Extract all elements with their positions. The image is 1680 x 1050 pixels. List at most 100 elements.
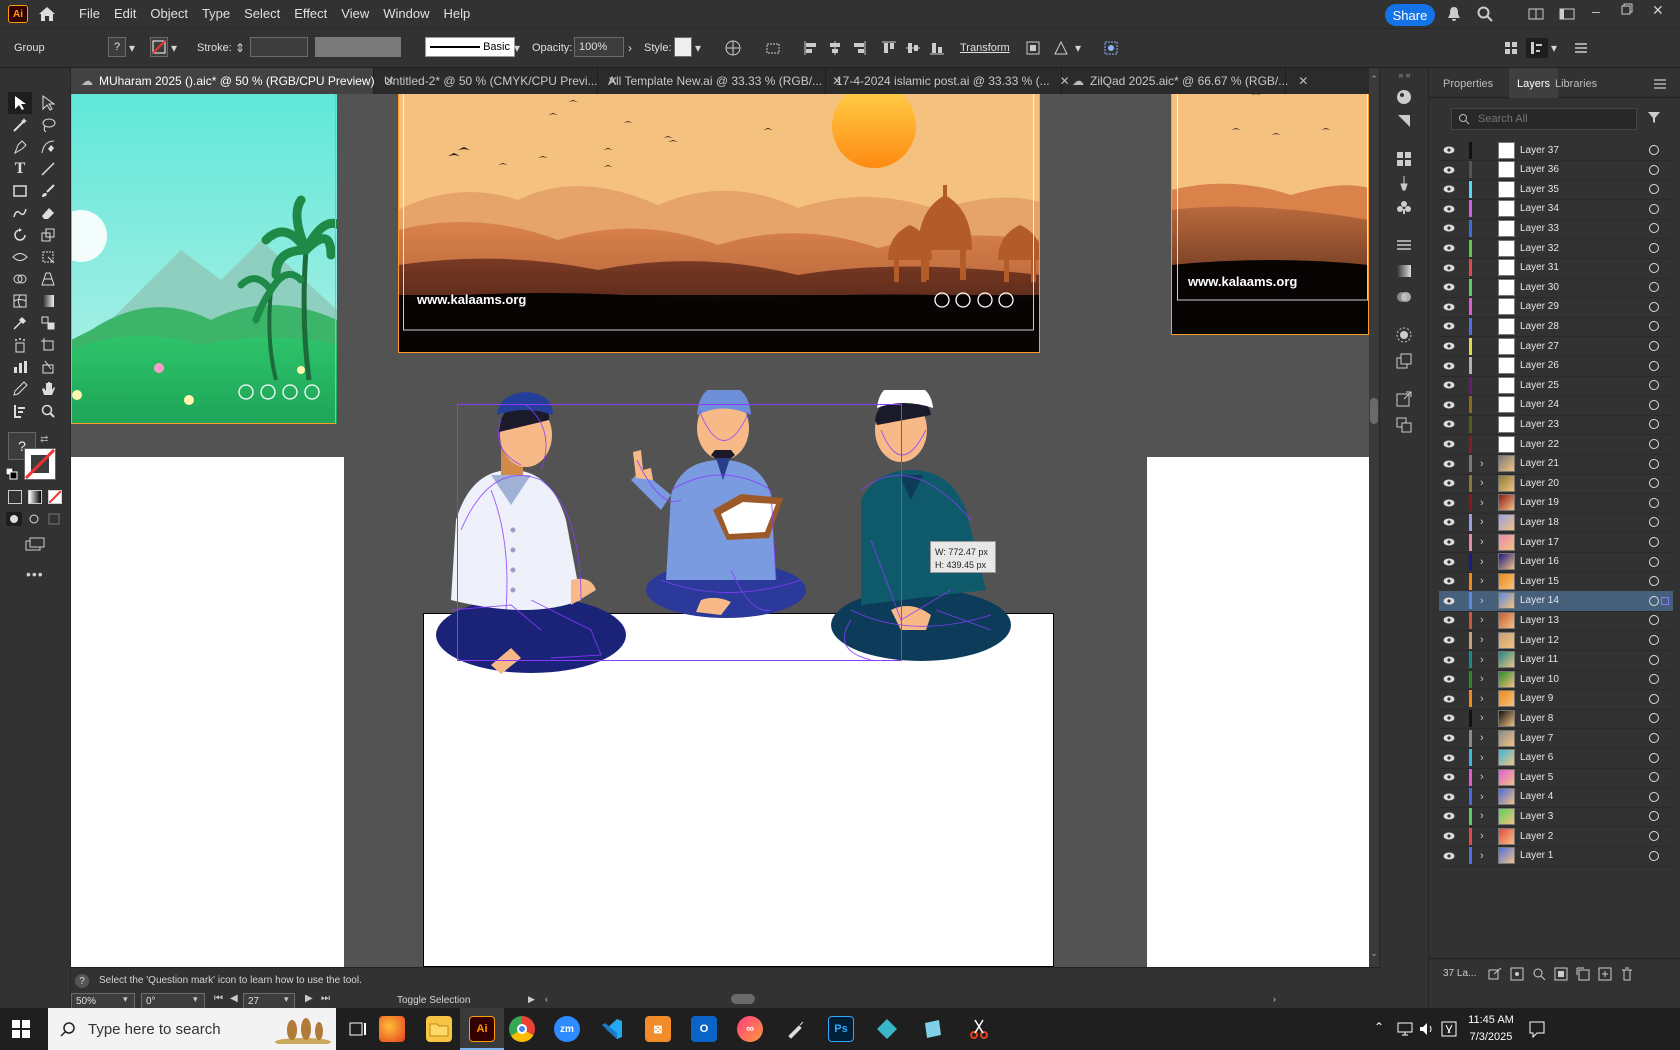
layer-name[interactable]: Layer 5 [1520,772,1649,783]
scale-tool-icon[interactable] [36,224,60,246]
tab-untitled[interactable]: Untitled-2* @ 50 % (CMYK/CPU Previ... ✕ [374,68,618,94]
layer-row[interactable]: › Layer 13 [1439,610,1673,632]
visibility-eye-icon[interactable] [1441,772,1457,782]
type-tool-icon[interactable]: T [8,158,32,180]
none-mode-icon[interactable] [48,490,62,504]
language-icon[interactable] [1440,1020,1458,1038]
expand-chevron-icon[interactable]: › [1480,536,1494,548]
layer-target-icon[interactable] [1649,615,1659,626]
shaper-tool-icon[interactable] [8,202,32,224]
outlook-icon[interactable]: O [691,1016,717,1042]
visibility-eye-icon[interactable] [1441,400,1457,410]
layer-name[interactable]: Layer 3 [1520,811,1649,822]
selected-group-illustration[interactable] [431,390,1011,690]
expand-chevron-icon[interactable]: › [1480,575,1494,587]
layer-name[interactable]: Layer 16 [1520,556,1649,567]
layer-target-icon[interactable] [1649,282,1659,293]
layer-row[interactable]: › Layer 14 [1439,590,1673,612]
panel-menu-icon[interactable] [1653,78,1667,90]
layer-name[interactable]: Layer 35 [1520,184,1649,195]
chevron-down-icon[interactable]: ▾ [284,994,289,1005]
appearance-icon[interactable] [1392,324,1416,346]
layer-target-icon[interactable] [1649,576,1659,587]
layer-name[interactable]: Layer 8 [1520,713,1649,724]
column-graph-tool-icon[interactable] [8,356,32,378]
layer-name[interactable]: Layer 2 [1520,831,1649,842]
visibility-eye-icon[interactable] [1441,694,1457,704]
tab-zilqad[interactable]: ☁ ZilQad 2025.aic* @ 66.67 % (RGB/... ✕ [1062,68,1308,94]
color-guide-icon[interactable] [1392,86,1416,108]
layer-name[interactable]: Layer 15 [1520,576,1649,587]
expand-chevron-icon[interactable]: › [1480,634,1494,646]
layer-name[interactable]: Layer 21 [1520,458,1649,469]
layer-target-icon[interactable] [1649,713,1659,724]
layer-row[interactable]: › Layer 9 [1439,689,1673,710]
expand-chevron-icon[interactable]: › [1480,693,1494,705]
windows-start-icon[interactable] [12,1020,30,1038]
close-tab-icon[interactable]: ✕ [1298,74,1308,88]
layer-name[interactable]: Layer 37 [1520,145,1649,156]
first-artboard-icon[interactable]: ⏮ [214,993,223,1004]
status-menu-arrow[interactable]: ▶ [528,994,535,1005]
layer-row[interactable]: Layer 22 [1439,434,1673,455]
layer-name[interactable]: Layer 14 [1520,595,1649,606]
app-notes-icon[interactable] [920,1016,946,1042]
align-middle-icon[interactable] [902,38,924,58]
collect-for-export-icon[interactable] [1483,963,1507,985]
bell-icon[interactable] [1445,5,1463,23]
menu-edit[interactable]: Edit [107,0,143,28]
gradient-tool-icon[interactable] [36,290,60,312]
recolor-artwork-icon[interactable] [722,38,744,58]
layers-search-input[interactable] [1478,113,1628,125]
volume-icon[interactable] [1418,1020,1436,1038]
stroke-color-box[interactable] [24,448,56,480]
chevron-down-icon[interactable]: ▾ [1548,38,1560,58]
layer-target-icon[interactable] [1649,674,1659,685]
vscode-icon[interactable] [599,1016,625,1042]
tab-layers[interactable]: Layers [1509,68,1559,98]
layer-row[interactable]: Layer 27 [1439,336,1673,357]
artboard-green-landscape[interactable] [71,94,337,424]
scroll-up-icon[interactable]: ⌃ [1369,74,1379,85]
align-bottom-icon[interactable] [926,38,948,58]
expand-chevron-icon[interactable]: › [1480,771,1494,783]
layer-row[interactable]: › Layer 3 [1439,806,1673,828]
visibility-eye-icon[interactable] [1441,851,1457,861]
layer-row[interactable]: Layer 25 [1439,375,1673,397]
draw-normal-icon[interactable] [6,512,22,526]
color-panel-icon[interactable] [1392,110,1416,132]
screen-mode-icon[interactable] [24,536,46,552]
menu-file[interactable]: File [72,0,107,28]
status-mode[interactable]: Toggle Selection [397,995,470,1006]
new-sublayer-icon[interactable] [1571,963,1595,985]
swatches-icon[interactable] [1392,148,1416,170]
layer-target-icon[interactable] [1649,164,1659,175]
layer-name[interactable]: Layer 13 [1520,615,1649,626]
expand-chevron-icon[interactable]: › [1480,850,1494,862]
layer-row[interactable]: › Layer 18 [1439,512,1673,534]
transform-link[interactable]: Transform [960,42,1010,54]
layer-row[interactable]: › Layer 15 [1439,571,1673,593]
layer-target-icon[interactable] [1649,791,1659,802]
filter-icon[interactable] [1647,110,1663,126]
layer-target-icon[interactable] [1649,301,1659,312]
visibility-eye-icon[interactable] [1441,380,1457,390]
zoom-tool-icon[interactable] [36,400,60,422]
layer-name[interactable]: Layer 4 [1520,791,1649,802]
pencil-tool-icon[interactable] [8,378,32,400]
symbol-sprayer-icon[interactable] [8,334,32,356]
layer-name[interactable]: Layer 1 [1520,850,1649,861]
layer-row[interactable]: › Layer 8 [1439,708,1673,730]
properties-toggle-icon[interactable] [1526,38,1548,58]
layer-name[interactable]: Layer 36 [1520,164,1649,175]
layer-target-icon[interactable] [1649,693,1659,704]
align-center-icon[interactable] [824,38,846,58]
layer-target-icon[interactable] [1649,517,1659,528]
visibility-eye-icon[interactable] [1441,831,1457,841]
default-colors-icon[interactable] [5,467,18,480]
visibility-eye-icon[interactable] [1441,811,1457,821]
layer-name[interactable]: Layer 20 [1520,478,1649,489]
photoshop-icon[interactable]: Ps [828,1016,854,1042]
layer-row[interactable]: Layer 28 [1439,316,1673,338]
brushes-icon[interactable] [1392,172,1416,194]
